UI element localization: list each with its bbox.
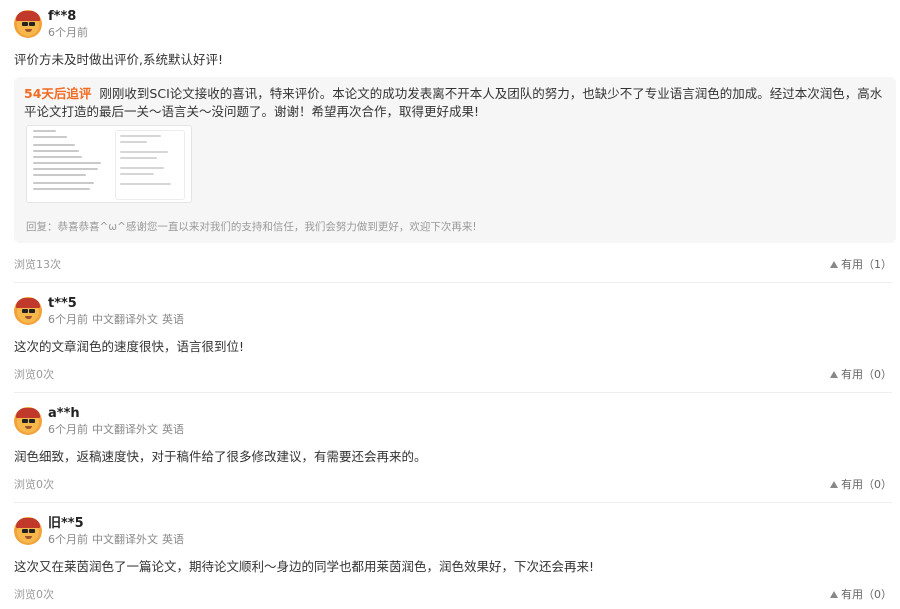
review-meta: 6个月前 中文翻译外文 英语 — [48, 312, 184, 327]
avatar — [14, 517, 42, 545]
service-type: 中文翻译外文 — [92, 423, 158, 436]
followup-text: 54天后追评 刚刚收到SCI论文接收的喜讯，特来评价。本论文的成功发表离不开本人及… — [24, 85, 886, 121]
useful-label: 有用（0） — [841, 478, 892, 491]
review-time: 6个月前 — [48, 313, 88, 326]
useful-button[interactable]: 有用（0） — [830, 476, 892, 492]
username: 旧**5 — [48, 516, 84, 531]
username: f**8 — [48, 9, 77, 24]
useful-label: 有用（0） — [841, 368, 892, 381]
thumbs-up-icon — [830, 370, 838, 378]
review-user: t**5 6个月前 中文翻译外文 英语 — [14, 295, 184, 327]
language: 英语 — [162, 533, 184, 546]
service-type: 中文翻译外文 — [92, 533, 158, 546]
view-count: 浏览0次 — [14, 478, 54, 491]
review-user: f**8 6个月前 — [14, 8, 88, 40]
review-content: 润色细致，返稿速度快，对于稿件给了很多修改建议，有需要还会再来的。 — [14, 449, 427, 464]
review-time: 6个月前 — [48, 26, 88, 39]
followup-body: 刚刚收到SCI论文接收的喜讯，特来评价。本论文的成功发表离不开本人及团队的努力，… — [24, 86, 883, 119]
review-item: t**5 6个月前 中文翻译外文 英语 这次的文章润色的速度很快，语言很到位! 浏览… — [0, 283, 900, 393]
language: 英语 — [162, 313, 184, 326]
view-count: 浏览13次 — [14, 258, 61, 271]
thumbs-up-icon — [830, 260, 838, 268]
review-content: 这次又在莱茵润色了一篇论文，期待论文顺利～身边的同学也都用莱茵润色，润色效果好，… — [14, 559, 595, 574]
username: t**5 — [48, 296, 77, 311]
review-time: 6个月前 — [48, 423, 88, 436]
language: 英语 — [162, 423, 184, 436]
thumbs-up-icon — [830, 590, 838, 598]
view-count: 浏览0次 — [14, 588, 54, 601]
review-content: 评价方未及时做出评价,系统默认好评! — [14, 52, 223, 67]
useful-button[interactable]: 有用（1） — [830, 256, 892, 272]
thumbs-up-icon — [830, 480, 838, 488]
attachment-thumbnail[interactable] — [26, 125, 192, 203]
view-count: 浏览0次 — [14, 368, 54, 381]
useful-button[interactable]: 有用（0） — [830, 586, 892, 602]
review-user: a**h 6个月前 中文翻译外文 英语 — [14, 405, 184, 437]
followup-tag: 54天后追评 — [24, 86, 92, 101]
review-time: 6个月前 — [48, 533, 88, 546]
review-content: 这次的文章润色的速度很快，语言很到位! — [14, 339, 245, 354]
avatar — [14, 10, 42, 38]
review-user: 旧**5 6个月前 中文翻译外文 英语 — [14, 515, 184, 547]
useful-button[interactable]: 有用（0） — [830, 366, 892, 382]
service-type: 中文翻译外文 — [92, 313, 158, 326]
followup-review: 54天后追评 刚刚收到SCI论文接收的喜讯，特来评价。本论文的成功发表离不开本人及… — [14, 77, 896, 243]
review-meta: 6个月前 中文翻译外文 英语 — [48, 532, 184, 547]
review-meta: 6个月前 — [48, 25, 88, 40]
avatar — [14, 297, 42, 325]
avatar — [14, 407, 42, 435]
merchant-reply: 回复：恭喜恭喜^ω^感谢您一直以来对我们的支持和信任，我们会努力做到更好，欢迎下… — [26, 221, 477, 233]
review-item: 旧**5 6个月前 中文翻译外文 英语 这次又在莱茵润色了一篇论文，期待论文顺利～身… — [0, 503, 900, 609]
review-item: a**h 6个月前 中文翻译外文 英语 润色细致，返稿速度快，对于稿件给了很多修改建… — [0, 393, 900, 503]
useful-label: 有用（1） — [841, 258, 892, 271]
review-item: f**8 6个月前 评价方未及时做出评价,系统默认好评! 54天后追评 刚刚收到S… — [0, 0, 900, 282]
username: a**h — [48, 406, 80, 421]
review-meta: 6个月前 中文翻译外文 英语 — [48, 422, 184, 437]
useful-label: 有用（0） — [841, 588, 892, 601]
